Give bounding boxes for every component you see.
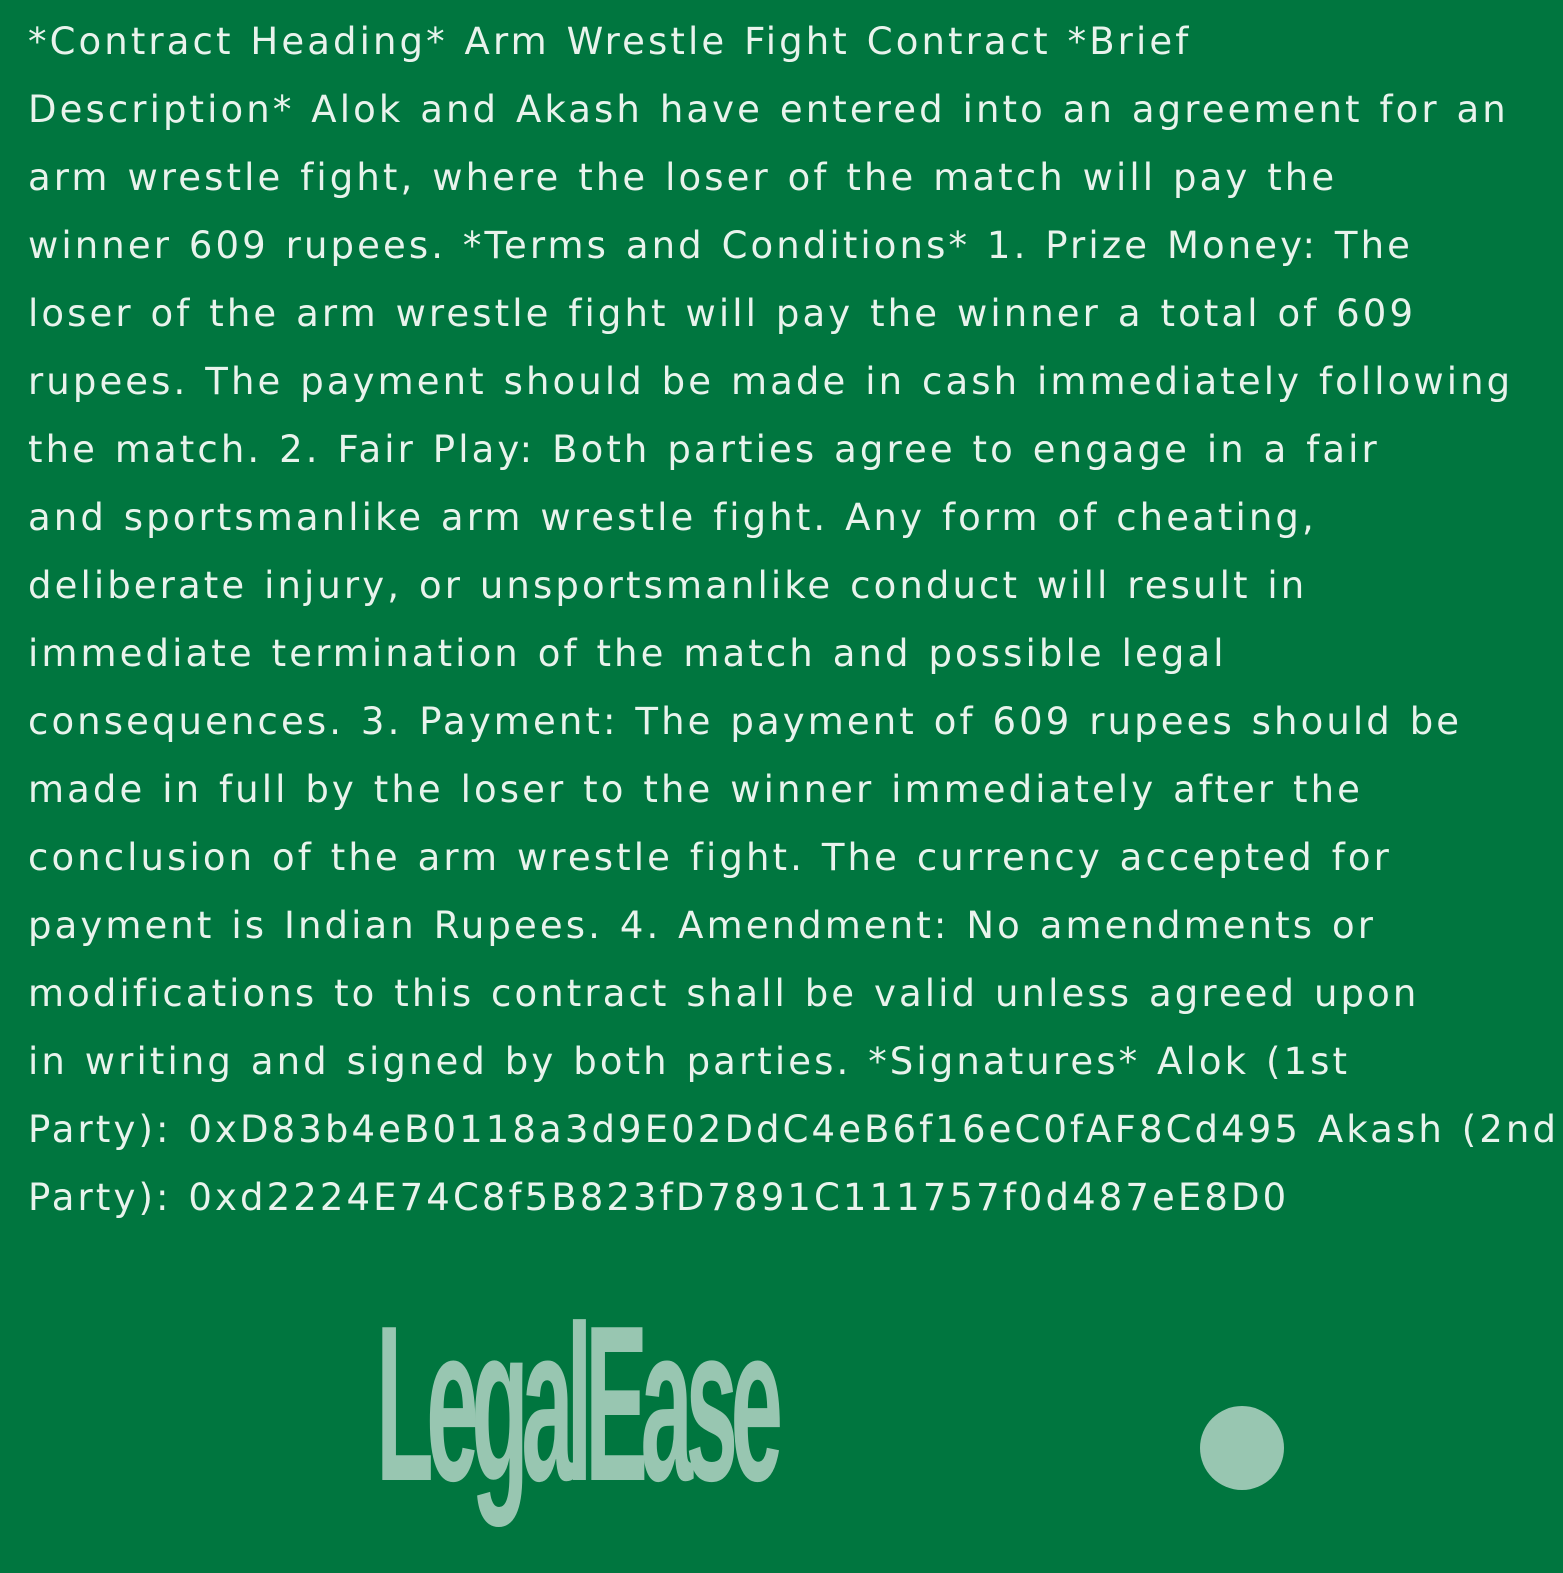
contract-line: Party): 0xd2224E74C8f5B823fD7891C111757f…	[28, 1176, 1290, 1219]
contract-line: loser of the arm wrestle fight will pay …	[28, 292, 1417, 335]
contract-text: *Contract Heading* Arm Wrestle Fight Con…	[28, 8, 1559, 1232]
legalease-logo: LegalEase	[376, 1279, 1296, 1527]
contract-line: conclusion of the arm wrestle fight. The…	[28, 836, 1392, 879]
contract-line: in writing and signed by both parties. *…	[28, 1040, 1351, 1083]
contract-line: Party): 0xD83b4eB0118a3d9E02DdC4eB6f16eC…	[28, 1108, 1560, 1151]
contract-line: and sportsmanlike arm wrestle fight. Any…	[28, 496, 1317, 539]
contract-line: modifications to this contract shall be …	[28, 972, 1420, 1015]
contract-line: rupees. The payment should be made in ca…	[28, 360, 1514, 403]
contract-line: payment is Indian Rupees. 4. Amendment: …	[28, 904, 1377, 947]
contract-line: deliberate injury, or unsportsmanlike co…	[28, 564, 1308, 607]
contract-line: winner 609 rupees. *Terms and Conditions…	[28, 224, 1414, 267]
contract-line: arm wrestle fight, where the loser of th…	[28, 156, 1338, 199]
contract-line: Description* Alok and Akash have entered…	[28, 88, 1509, 131]
logo-dot-icon	[1200, 1406, 1284, 1490]
contract-line: *Contract Heading* Arm Wrestle Fight Con…	[28, 20, 1192, 63]
logo-wordmark: LegalEase	[376, 1278, 783, 1528]
contract-line: made in full by the loser to the winner …	[28, 768, 1364, 811]
contract-line: consequences. 3. Payment: The payment of…	[28, 700, 1463, 743]
contract-line: immediate termination of the match and p…	[28, 632, 1227, 675]
contract-line: the match. 2. Fair Play: Both parties ag…	[28, 428, 1380, 471]
